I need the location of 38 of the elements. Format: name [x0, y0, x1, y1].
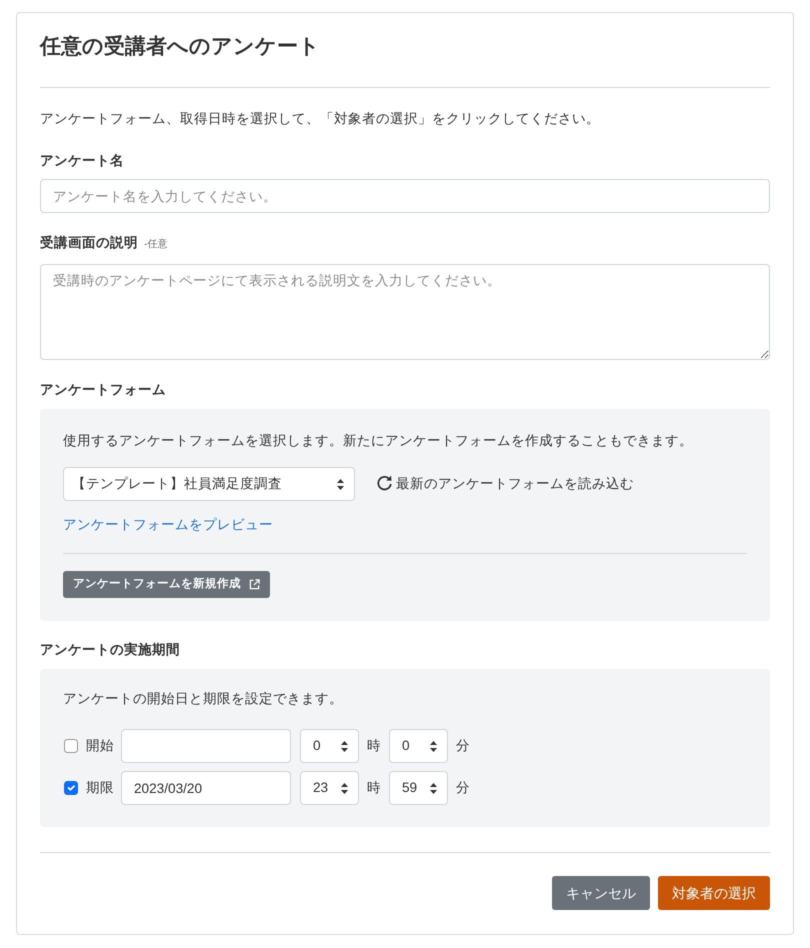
optional-tag: -任意 [144, 235, 168, 255]
reload-forms-button[interactable]: 最新のアンケートフォームを読み込む [376, 474, 634, 494]
checkbox-label: 期限 [86, 779, 114, 798]
sort-arrows-icon [430, 740, 437, 752]
text-input-field[interactable]: アンケート名を入力してください。 [40, 179, 770, 213]
unit-label: 時 [367, 737, 381, 756]
checkbox-label: 開始 [86, 737, 114, 756]
textarea-field[interactable]: 受講時のアンケートページにて表示される説明文を入力してください。 [40, 264, 770, 360]
field-label: 受講画面の説明 [40, 234, 138, 252]
sort-arrows-icon [341, 782, 348, 794]
panel-description: 使用するアンケートフォームを選択します。新たにアンケートフォームを作成することもできます。 [63, 432, 694, 450]
select-targets-button[interactable]: 対象者の選択 [658, 876, 770, 910]
enable-checkbox[interactable] [64, 739, 78, 754]
sort-arrows-icon [337, 478, 344, 490]
date-field[interactable]: 2023/03/20 [121, 771, 291, 806]
hour-select[interactable]: 0 [300, 729, 359, 764]
section-heading: アンケートの実施期間 [40, 641, 181, 660]
hour-select[interactable]: 23 [300, 771, 359, 806]
refresh-icon [376, 475, 393, 492]
section-heading: アンケートフォーム [40, 381, 167, 399]
sort-arrows-icon [430, 782, 437, 794]
sort-arrows-icon [341, 740, 348, 752]
create-form-button[interactable]: アンケートフォームを新規作成 [63, 571, 270, 598]
unit-label: 分 [456, 779, 470, 798]
minute-select[interactable]: 0 [389, 729, 448, 764]
unit-label: 分 [456, 737, 470, 756]
cancel-button[interactable]: キャンセル [552, 876, 650, 910]
instruction-text: アンケートフォーム、取得日時を選択して、「対象者の選択」をクリックしてください。 [40, 110, 601, 128]
unit-label: 時 [367, 779, 381, 798]
minute-select[interactable]: 59 [389, 771, 448, 806]
form-template-select[interactable]: 【テンプレート】社員満足度調査 [63, 467, 355, 501]
enable-checkbox[interactable] [64, 781, 78, 796]
external-link-icon [249, 579, 260, 590]
preview-link[interactable]: アンケートフォームをプレビュー [63, 515, 273, 535]
panel-description: アンケートの開始日と期限を設定できます。 [63, 690, 344, 708]
field-label: アンケート名 [40, 152, 124, 170]
dialog-title: 任意の受講者へのアンケート [40, 34, 321, 60]
date-field[interactable] [121, 729, 291, 764]
